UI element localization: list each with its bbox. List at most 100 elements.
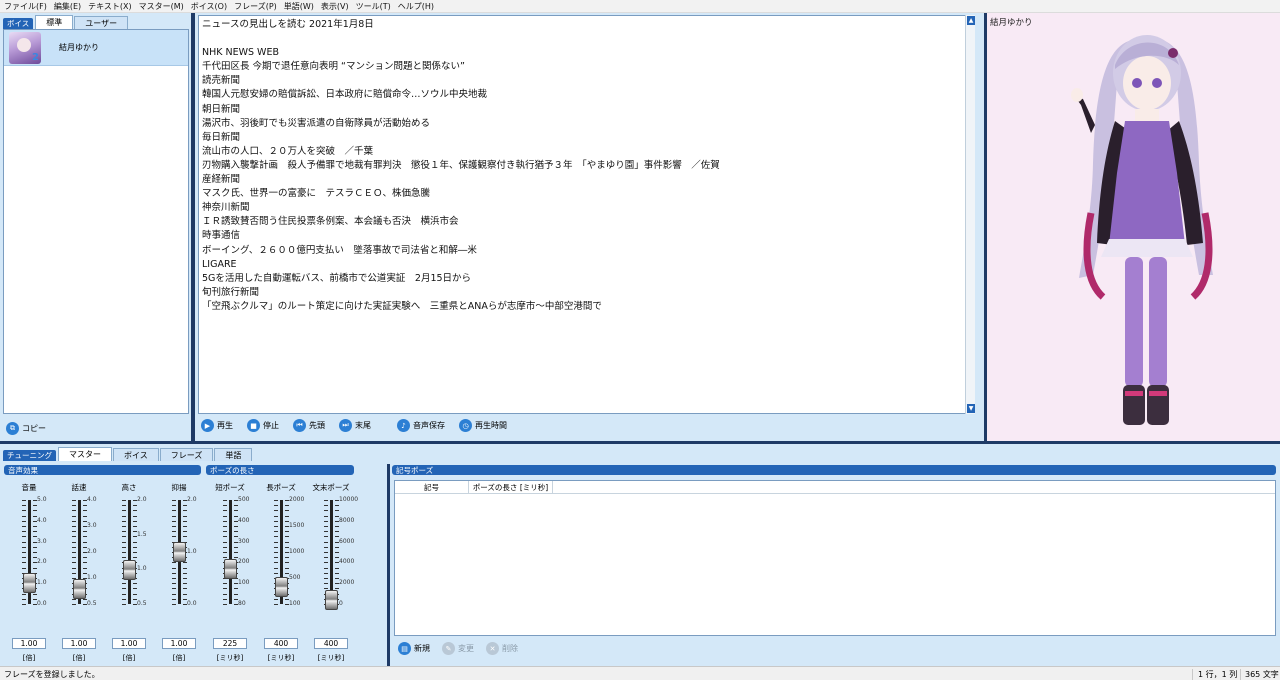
- slider-tick: [133, 546, 137, 548]
- volume-slider-thumb[interactable]: [23, 573, 36, 594]
- intonation-slider-thumb[interactable]: [173, 542, 186, 562]
- menu-tools[interactable]: ツール(T): [356, 1, 391, 12]
- text-line: 毎日新聞: [202, 131, 241, 143]
- tab-master[interactable]: マスター: [58, 447, 112, 461]
- pitch-slider-thumb[interactable]: [123, 559, 136, 580]
- slider-tick: [274, 598, 278, 600]
- speed-slider-thumb[interactable]: [73, 579, 86, 600]
- delete-label: 削除: [502, 644, 518, 653]
- slider-tick: [183, 536, 187, 538]
- slider-tick: [172, 593, 176, 595]
- scale-label: 1.0: [137, 565, 147, 573]
- scale-label: 0.5: [137, 600, 147, 607]
- text-editor[interactable]: ニュースの見出しを読む 2021年1月8日 NHK NEWS WEB 千代田区長 …: [198, 15, 975, 414]
- voice-name: 結月ゆかり: [59, 43, 99, 52]
- intonation-label: 抑揚: [171, 483, 187, 492]
- pitch-value-field[interactable]: 1.00: [112, 638, 146, 649]
- text-line: 湯沢市、羽後町でも災害派遣の自衛隊員が活動始める: [202, 117, 431, 129]
- volume-label: 音量: [21, 483, 37, 492]
- menu-text[interactable]: テキスト(X): [88, 1, 131, 12]
- pitch-slider-track[interactable]: [128, 500, 131, 604]
- speed-value-field[interactable]: 1.00: [62, 638, 96, 649]
- scale-label: 0: [339, 600, 343, 607]
- new-button[interactable]: ▤ 新規: [398, 642, 430, 655]
- text-line: マスク氏、世界一の富豪に テスラＣＥＯ、株価急騰: [202, 188, 431, 200]
- slider-tick: [72, 515, 76, 517]
- menu-word[interactable]: 単語(W): [284, 1, 314, 12]
- slider-tick: [324, 572, 328, 574]
- sentence-pause-value-field[interactable]: 400: [314, 638, 348, 649]
- delete-button[interactable]: ✕ 削除: [486, 642, 518, 655]
- editor-scrollbar[interactable]: ▲ ▼: [965, 15, 975, 414]
- slider-tick: [274, 505, 278, 507]
- symbol-pause-table[interactable]: 記号 ポーズの長さ [ミリ秒]: [394, 480, 1276, 636]
- menu-voice[interactable]: ボイス(O): [191, 1, 227, 12]
- slider-tick: [33, 552, 37, 553]
- play-time-button[interactable]: ◷ 再生時間: [459, 419, 507, 432]
- slider-tick: [22, 604, 26, 605]
- scroll-down-icon[interactable]: ▼: [967, 404, 975, 413]
- short-pause-slider-thumb[interactable]: [224, 558, 237, 579]
- sentence-pause-label: 文末ポーズ: [312, 483, 350, 492]
- sentence-pause-slider-track[interactable]: [330, 500, 333, 604]
- tab-phrase[interactable]: フレーズ: [159, 448, 214, 461]
- scroll-up-icon[interactable]: ▲: [967, 16, 975, 25]
- go-first-button[interactable]: ⏮ 先頭: [293, 419, 325, 432]
- menu-master[interactable]: マスター(M): [139, 1, 184, 12]
- menu-file[interactable]: ファイル(F): [4, 1, 47, 12]
- menu-bar: ファイル(F) 編集(E) テキスト(X) マスター(M) ボイス(O) フレー…: [0, 0, 1280, 13]
- slider-tick: [72, 500, 76, 501]
- character-count: 365 文字: [1240, 669, 1279, 680]
- slider-tick: [133, 520, 137, 522]
- slider-tick: [324, 552, 328, 553]
- tab-user[interactable]: ユーザー: [74, 16, 129, 29]
- menu-edit[interactable]: 編集(E): [54, 1, 81, 12]
- slider-tick: [22, 541, 26, 543]
- intonation-value-field[interactable]: 1.00: [162, 638, 196, 649]
- edit-button[interactable]: ✎ 変更: [442, 642, 474, 655]
- long-pause-value-field[interactable]: 400: [264, 638, 298, 649]
- tab-voice[interactable]: ボイス: [113, 448, 159, 461]
- slider-tick: [72, 541, 76, 543]
- save-audio-button[interactable]: ♪ 音声保存: [397, 419, 445, 432]
- play-time-label: 再生時間: [475, 421, 507, 430]
- short-pause-slider-track[interactable]: [229, 500, 232, 604]
- column-symbol[interactable]: 記号: [395, 480, 469, 494]
- slider-tick: [183, 572, 187, 574]
- stop-button[interactable]: ■ 停止: [247, 419, 279, 432]
- slider-tick: [33, 593, 37, 595]
- slider-tick: [223, 583, 227, 585]
- tab-word[interactable]: 単語: [214, 448, 253, 461]
- slider-tick: [223, 541, 227, 543]
- menu-view[interactable]: 表示(V): [321, 1, 349, 12]
- scale-label: 500: [289, 574, 301, 581]
- short-pause-slider-group: 短ポーズ 500 400 300 200 100 80 225 [ミリ秒]: [205, 478, 255, 668]
- scale-label: 3.0: [37, 537, 47, 545]
- text-line: LIGARE: [202, 258, 237, 270]
- menu-phrase[interactable]: フレーズ(P): [234, 1, 277, 12]
- tuning-panel: チューニング マスター ボイス フレーズ 単語 音声効果 ポーズの長さ 音量 5.…: [0, 444, 1280, 666]
- long-pause-label: 長ポーズ: [266, 483, 296, 492]
- copy-label: コピー: [22, 424, 46, 433]
- slider-tick: [22, 546, 26, 548]
- menu-help[interactable]: ヘルプ(H): [398, 1, 434, 12]
- slider-tick: [133, 526, 137, 527]
- tab-standard[interactable]: 標準: [35, 15, 74, 29]
- text-line: 千代田区長 今期で退任意向表明 “マンション問題と関係ない”: [202, 61, 465, 73]
- voice-list-item[interactable]: 2 結月ゆかり: [4, 30, 188, 66]
- column-pause-length[interactable]: ポーズの長さ [ミリ秒]: [469, 480, 553, 494]
- long-pause-slider-thumb[interactable]: [275, 577, 288, 598]
- volume-value-field[interactable]: 1.00: [12, 638, 46, 649]
- go-last-button[interactable]: ⏭ 末尾: [339, 419, 371, 432]
- slider-tick: [223, 515, 227, 517]
- skip-forward-icon: ⏭: [339, 419, 352, 432]
- status-bar: フレーズを登録しました。 1 行，1 列 365 文字: [0, 666, 1280, 680]
- slider-tick: [72, 572, 76, 574]
- text-line: 「空飛ぶクルマ」のルート策定に向けた実証実験へ 三重県とANAらが志摩市～中部空…: [202, 300, 602, 312]
- play-button[interactable]: ▶ 再生: [201, 419, 233, 432]
- slider-tick: [122, 500, 126, 501]
- copy-button[interactable]: ⧉ コピー: [6, 422, 46, 435]
- slider-tick: [72, 557, 76, 559]
- sentence-pause-slider-thumb[interactable]: [325, 589, 338, 610]
- short-pause-value-field[interactable]: 225: [213, 638, 247, 649]
